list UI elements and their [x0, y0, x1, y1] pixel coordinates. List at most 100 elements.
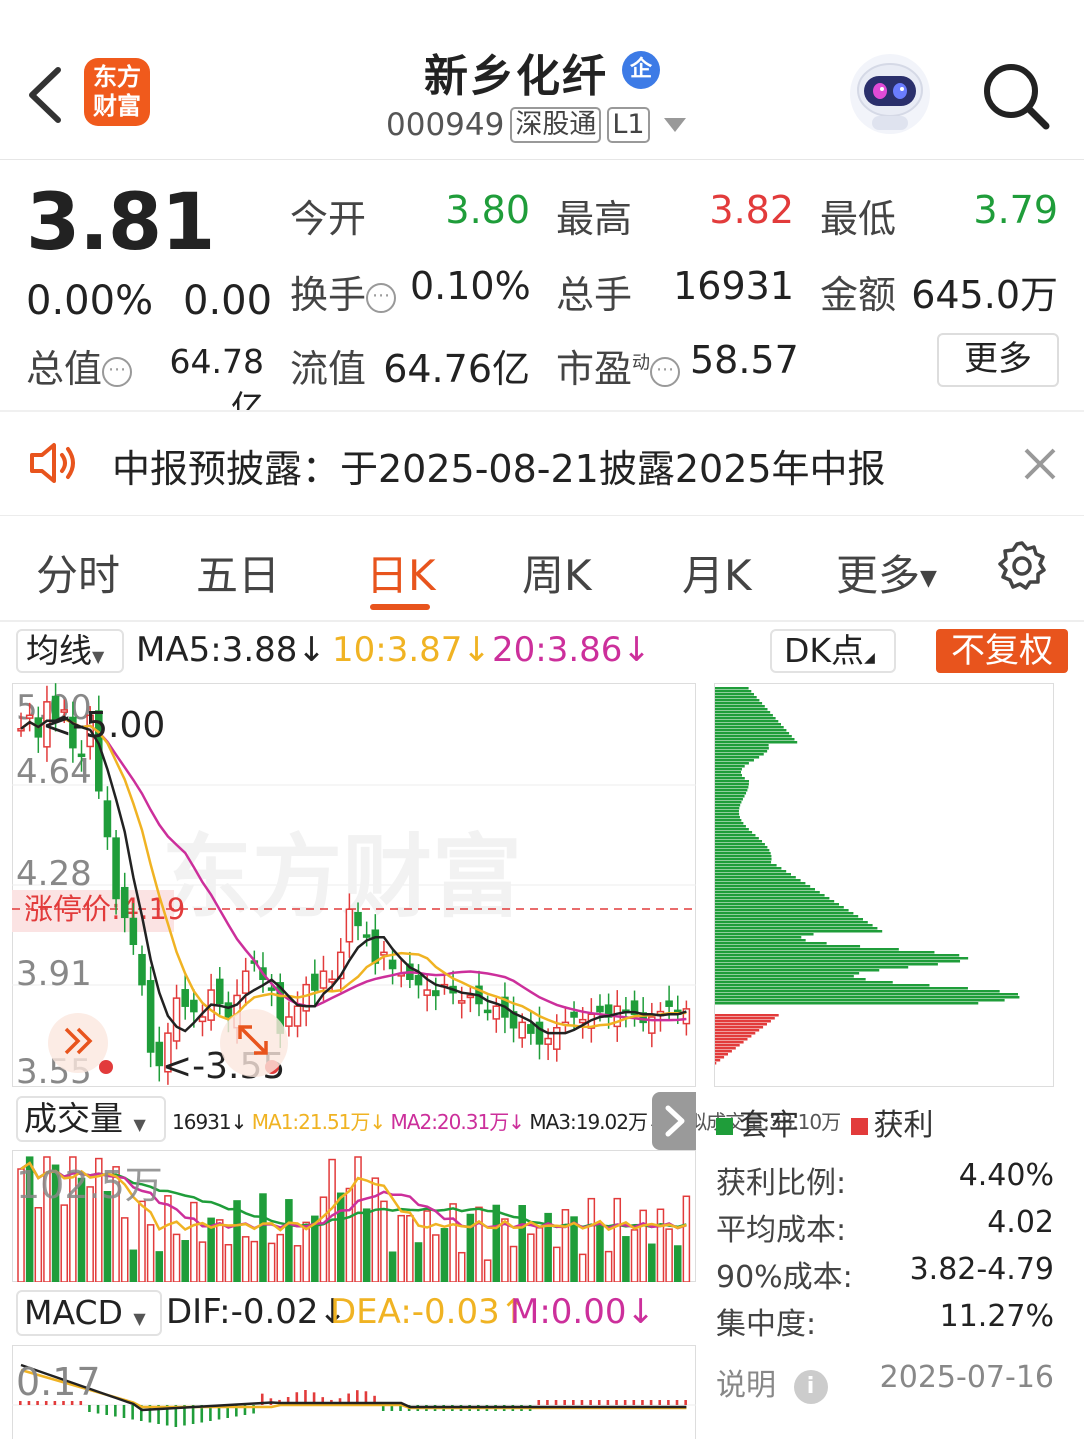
expand-panel-button[interactable]	[652, 1092, 696, 1150]
volume-bar	[215, 1219, 224, 1282]
chip-explanation[interactable]: 说明 i	[716, 1360, 828, 1404]
tab-daily-k[interactable]: 日K	[366, 542, 436, 603]
kline-chart[interactable]: 东方财富 涨停价:4.19 5.00 4.64 4.28 3.91 3.55 <…	[12, 683, 696, 1087]
chip-bar	[715, 933, 814, 936]
candle-body	[388, 959, 397, 970]
chip-bar	[715, 759, 754, 762]
candle-body	[129, 917, 138, 946]
volume-value: 16931	[673, 264, 794, 308]
candle-body	[371, 929, 380, 964]
dk-point-button[interactable]: DK点◢	[770, 629, 896, 673]
macd-m: M:0.00↓	[510, 1292, 655, 1332]
volume-bar	[60, 1204, 69, 1282]
chip-bar	[715, 948, 899, 951]
chip-bar	[715, 867, 782, 870]
candle-body	[544, 1037, 552, 1045]
chip-bar	[715, 894, 825, 897]
expand-arrows-icon[interactable]	[220, 1009, 288, 1077]
candle-body	[172, 997, 181, 1042]
chip-bar	[715, 762, 749, 765]
volume-bar	[561, 1209, 570, 1282]
chip-bar	[715, 1059, 721, 1062]
chip-bar	[715, 999, 1005, 1002]
ai-assistant-button[interactable]	[848, 52, 932, 136]
chip-bar	[715, 963, 938, 966]
stock-code-line[interactable]: 000949 深股通 L1	[386, 107, 686, 143]
volume-bar	[509, 1245, 518, 1282]
volume-bar	[354, 1156, 362, 1282]
chip-distribution-chart[interactable]	[714, 683, 1054, 1087]
back-button[interactable]	[22, 60, 68, 130]
open-label: 今开	[290, 197, 367, 241]
volume-bar	[406, 1214, 414, 1282]
macd-indicator-select[interactable]: MACD ▼	[16, 1290, 162, 1336]
no-adjust-button[interactable]: 不复权	[936, 629, 1068, 673]
volume-bar	[535, 1227, 544, 1282]
notice-text[interactable]: 中报预披露：于2025-08-21披露2025年中报	[112, 438, 886, 493]
ma10-value: 10:3.87↓	[332, 630, 491, 670]
macd-bar	[546, 1400, 549, 1405]
pe-value: 58.57	[690, 338, 799, 382]
candle-body	[138, 953, 146, 986]
chip-bar	[715, 942, 827, 945]
chip-bar	[715, 843, 765, 846]
chip-bar	[715, 975, 854, 978]
chip-bar	[715, 852, 771, 855]
volume-chart[interactable]: 102.5万	[12, 1150, 696, 1282]
volume-bar	[129, 1249, 138, 1282]
volume-bar	[578, 1253, 587, 1282]
chip-bar	[715, 879, 801, 882]
volume-bar	[345, 1187, 354, 1282]
chip-bar	[715, 795, 745, 798]
info-icon: i	[793, 1369, 828, 1404]
close-notice-button[interactable]	[1018, 442, 1062, 486]
candle-body	[120, 886, 129, 919]
tab-intraday[interactable]: 分时	[36, 542, 120, 603]
app-logo[interactable]: 东方 财富	[84, 58, 150, 126]
fast-forward-icon[interactable]	[48, 1013, 108, 1073]
chart-settings-button[interactable]	[996, 540, 1048, 592]
volume-bar	[181, 1240, 189, 1282]
indicator-select[interactable]: 均线▼	[16, 629, 124, 673]
stock-name: 新乡化纤	[424, 51, 608, 102]
dropdown-triangle-icon: ▼	[920, 566, 937, 591]
candle-body	[380, 951, 388, 956]
volume-indicator-select[interactable]: 成交量 ▼	[16, 1096, 166, 1142]
chip-bar	[715, 693, 754, 696]
volume-bar	[440, 1228, 449, 1282]
macd-chart[interactable]: 0.17	[12, 1345, 696, 1439]
chip-bar	[715, 954, 960, 957]
chip-bar	[715, 744, 769, 747]
volume-bar	[639, 1209, 647, 1282]
tab-more[interactable]: 更多▼	[836, 542, 937, 603]
chip-bar	[715, 945, 861, 948]
candle-body	[190, 999, 198, 1013]
chip-bar	[715, 993, 1018, 996]
chip-bar	[715, 756, 760, 759]
chip-bar	[715, 714, 773, 717]
search-button[interactable]	[978, 58, 1052, 132]
pe-label-group[interactable]: 市盈动 ⋯	[556, 338, 681, 393]
tab-five-day[interactable]: 五日	[196, 542, 280, 603]
top-bar: 东方 财富 新乡化纤 企 000949 深股通 L1	[0, 0, 1084, 160]
volume-bar	[380, 1200, 388, 1282]
volume-bar	[233, 1200, 241, 1282]
volume-max-label: 102.5万	[16, 1163, 163, 1207]
mktcap-label-group[interactable]: 总值 ⋯	[26, 338, 133, 393]
volume-bar	[648, 1243, 656, 1282]
volume-bar	[622, 1236, 630, 1282]
chip-bar	[715, 984, 930, 987]
chip-bar	[715, 696, 757, 699]
volume-bar	[285, 1199, 293, 1282]
chip-bar	[715, 1002, 979, 1005]
chip-bar	[715, 1038, 748, 1041]
chip-bar	[715, 825, 746, 828]
more-quote-button[interactable]: 更多	[937, 333, 1059, 387]
volume-bar	[492, 1204, 501, 1282]
chip-bar	[715, 900, 835, 903]
tab-monthly-k[interactable]: 月K	[682, 542, 752, 603]
turnover-label-group[interactable]: 换手 ⋯	[290, 264, 397, 319]
chip-bar	[715, 723, 781, 726]
chip-bar	[715, 1050, 732, 1053]
tab-weekly-k[interactable]: 周K	[522, 542, 592, 603]
